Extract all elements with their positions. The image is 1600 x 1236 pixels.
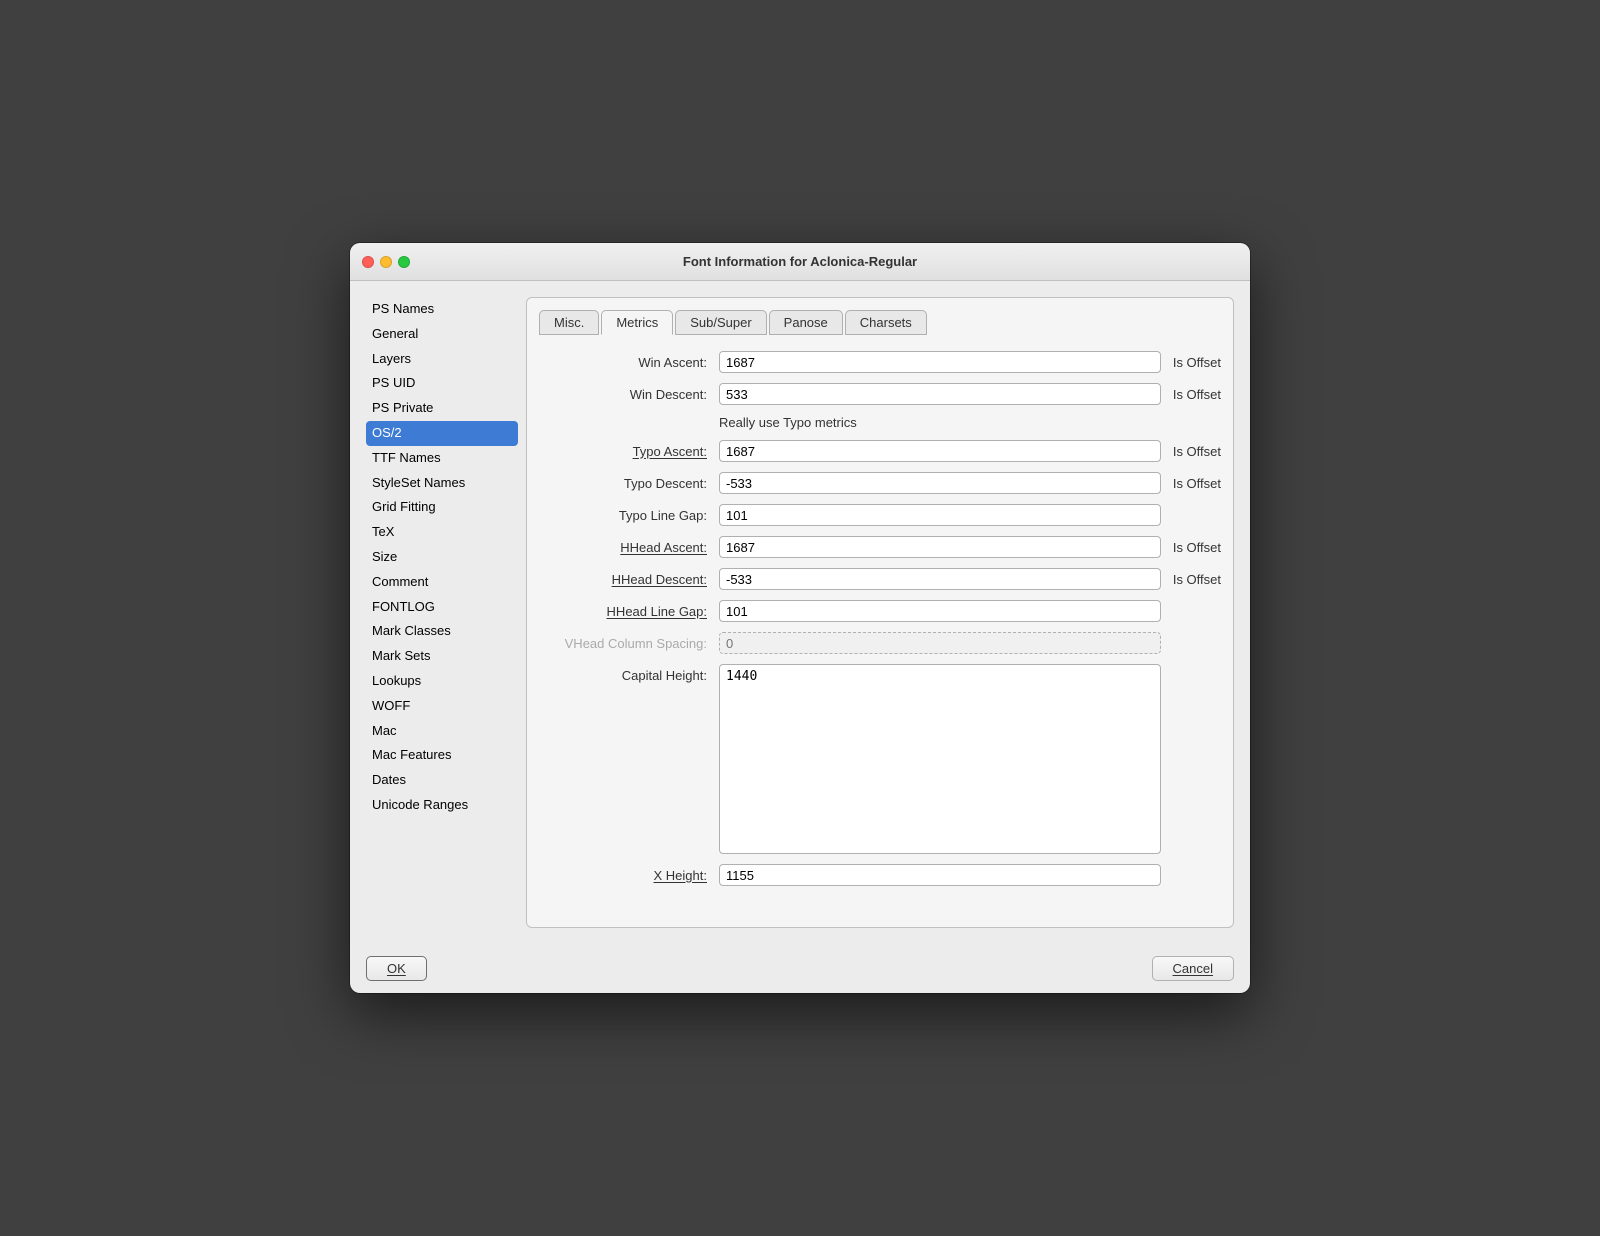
sidebar-item-size[interactable]: Size — [366, 545, 518, 570]
vhead-column-spacing-label: VHead Column Spacing: — [539, 636, 719, 651]
hhead-descent-is-offset: Is Offset — [1161, 572, 1221, 587]
sidebar-item-lookups[interactable]: Lookups — [366, 669, 518, 694]
win-ascent-is-offset: Is Offset — [1161, 355, 1221, 370]
sidebar-item-ps-private[interactable]: PS Private — [366, 396, 518, 421]
typo-ascent-input[interactable] — [719, 440, 1161, 462]
capital-height-textarea[interactable]: 1440 — [719, 664, 1161, 854]
tab-panose[interactable]: Panose — [769, 310, 843, 335]
typo-descent-label: Typo Descent: — [539, 476, 719, 491]
tab-misc[interactable]: Misc. — [539, 310, 599, 335]
bottom-bar: OK Cancel — [350, 944, 1250, 993]
sidebar-item-unicode-ranges[interactable]: Unicode Ranges — [366, 793, 518, 818]
typo-ascent-label: Typo Ascent: — [539, 444, 719, 459]
sidebar-item-os2[interactable]: OS/2 — [366, 421, 518, 446]
vhead-column-spacing-input[interactable] — [719, 632, 1161, 654]
traffic-lights — [362, 256, 410, 268]
hhead-line-gap-input[interactable] — [719, 600, 1161, 622]
content-area: PS NamesGeneralLayersPS UIDPS PrivateOS/… — [350, 281, 1250, 944]
sidebar-item-ps-names[interactable]: PS Names — [366, 297, 518, 322]
win-descent-input[interactable] — [719, 383, 1161, 405]
really-use-typo-row: Really use Typo metrics — [719, 415, 1221, 430]
typo-ascent-is-offset: Is Offset — [1161, 444, 1221, 459]
typo-descent-is-offset: Is Offset — [1161, 476, 1221, 491]
sidebar-item-layers[interactable]: Layers — [366, 347, 518, 372]
hhead-line-gap-label: HHead Line Gap: — [539, 604, 719, 619]
sidebar-item-mark-classes[interactable]: Mark Classes — [366, 619, 518, 644]
sidebar-item-woff[interactable]: WOFF — [366, 694, 518, 719]
tabs-bar: Misc.MetricsSub/SuperPanoseCharsets — [539, 310, 1221, 335]
sidebar: PS NamesGeneralLayersPS UIDPS PrivateOS/… — [366, 297, 526, 928]
form-content: Win Ascent: Is Offset Win Descent: Is Of… — [539, 351, 1221, 915]
sidebar-item-dates[interactable]: Dates — [366, 768, 518, 793]
win-descent-is-offset: Is Offset — [1161, 387, 1221, 402]
hhead-ascent-label: HHead Ascent: — [539, 540, 719, 555]
main-window: Font Information for Aclonica-Regular PS… — [350, 243, 1250, 993]
vhead-column-spacing-row: VHead Column Spacing: — [539, 632, 1221, 654]
win-ascent-row: Win Ascent: Is Offset — [539, 351, 1221, 373]
cancel-button[interactable]: Cancel — [1152, 956, 1234, 981]
typo-line-gap-input[interactable] — [719, 504, 1161, 526]
hhead-ascent-input[interactable] — [719, 536, 1161, 558]
capital-height-row: Capital Height: 1440 — [539, 664, 1221, 854]
capital-height-label: Capital Height: — [539, 664, 719, 683]
hhead-ascent-is-offset: Is Offset — [1161, 540, 1221, 555]
window-title: Font Information for Aclonica-Regular — [683, 254, 917, 269]
typo-line-gap-label: Typo Line Gap: — [539, 508, 719, 523]
hhead-descent-input[interactable] — [719, 568, 1161, 590]
sidebar-item-mac[interactable]: Mac — [366, 719, 518, 744]
sidebar-item-ps-uid[interactable]: PS UID — [366, 371, 518, 396]
tab-metrics[interactable]: Metrics — [601, 310, 673, 335]
hhead-descent-row: HHead Descent: Is Offset — [539, 568, 1221, 590]
hhead-ascent-row: HHead Ascent: Is Offset — [539, 536, 1221, 558]
win-ascent-label: Win Ascent: — [539, 355, 719, 370]
main-panel: Misc.MetricsSub/SuperPanoseCharsets Win … — [526, 297, 1234, 928]
sidebar-item-mark-sets[interactable]: Mark Sets — [366, 644, 518, 669]
sidebar-item-mac-features[interactable]: Mac Features — [366, 743, 518, 768]
really-use-typo-label: Really use Typo metrics — [719, 415, 857, 430]
sidebar-item-grid-fitting[interactable]: Grid Fitting — [366, 495, 518, 520]
sidebar-item-tex[interactable]: TeX — [366, 520, 518, 545]
sidebar-item-comment[interactable]: Comment — [366, 570, 518, 595]
hhead-descent-label: HHead Descent: — [539, 572, 719, 587]
maximize-button[interactable] — [398, 256, 410, 268]
win-descent-label: Win Descent: — [539, 387, 719, 402]
sidebar-item-fontlog[interactable]: FONTLOG — [366, 595, 518, 620]
x-height-label: X Height: — [539, 868, 719, 883]
x-height-row: X Height: — [539, 864, 1221, 886]
sidebar-item-styleset-names[interactable]: StyleSet Names — [366, 471, 518, 496]
minimize-button[interactable] — [380, 256, 392, 268]
win-ascent-input[interactable] — [719, 351, 1161, 373]
sidebar-item-ttf-names[interactable]: TTF Names — [366, 446, 518, 471]
sidebar-item-general[interactable]: General — [366, 322, 518, 347]
typo-ascent-row: Typo Ascent: Is Offset — [539, 440, 1221, 462]
typo-line-gap-row: Typo Line Gap: — [539, 504, 1221, 526]
x-height-input[interactable] — [719, 864, 1161, 886]
close-button[interactable] — [362, 256, 374, 268]
titlebar: Font Information for Aclonica-Regular — [350, 243, 1250, 281]
typo-descent-row: Typo Descent: Is Offset — [539, 472, 1221, 494]
typo-descent-input[interactable] — [719, 472, 1161, 494]
tab-charsets[interactable]: Charsets — [845, 310, 927, 335]
win-descent-row: Win Descent: Is Offset — [539, 383, 1221, 405]
hhead-line-gap-row: HHead Line Gap: — [539, 600, 1221, 622]
tab-subsuper[interactable]: Sub/Super — [675, 310, 766, 335]
ok-button[interactable]: OK — [366, 956, 427, 981]
